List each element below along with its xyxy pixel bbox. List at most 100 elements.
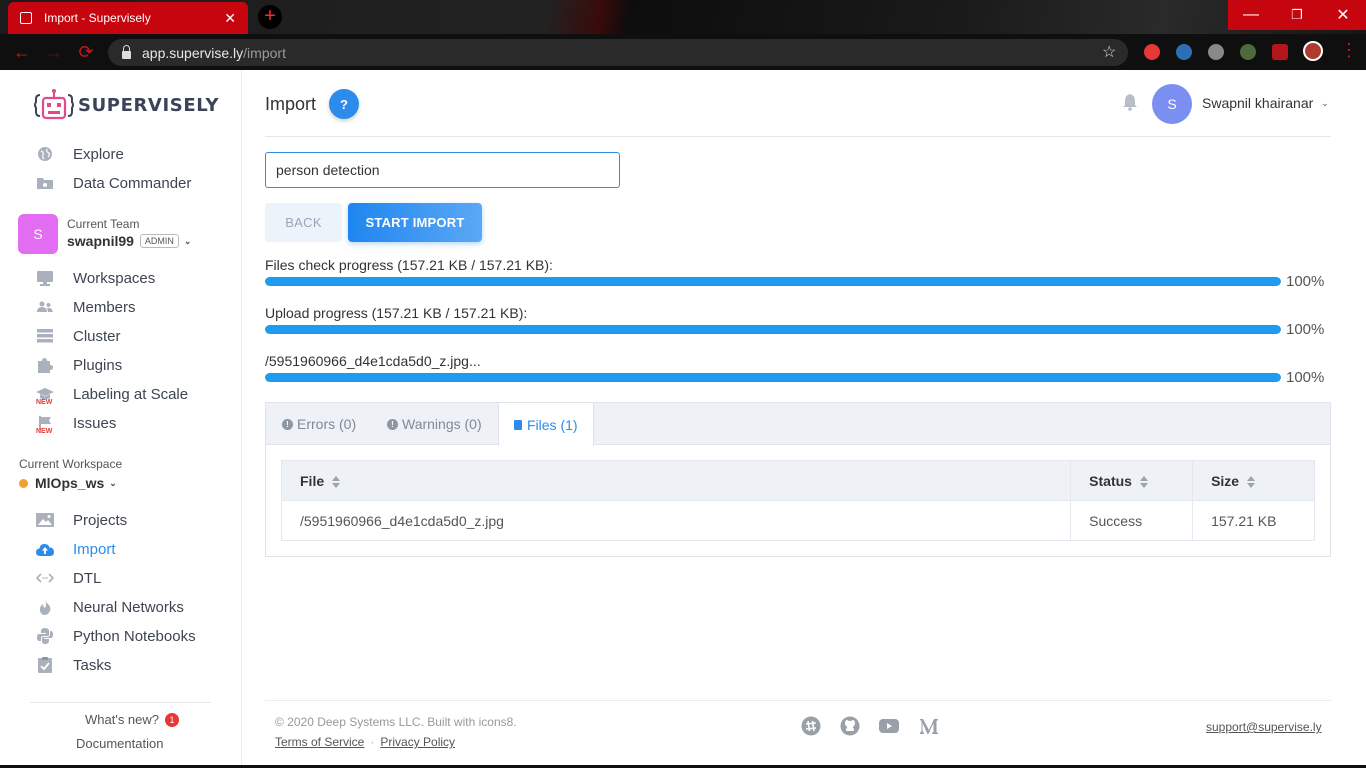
slack-icon[interactable] — [801, 716, 821, 736]
bookmark-star-icon[interactable]: ☆ — [1102, 42, 1116, 62]
sidebar-item-neural-networks[interactable]: Neural Networks — [36, 596, 184, 618]
start-import-button[interactable]: START IMPORT — [348, 203, 482, 242]
window-restore-button[interactable]: ❐ — [1274, 0, 1320, 30]
supervisely-logo[interactable]: SUPERVISELY — [34, 88, 219, 122]
team-avatar[interactable]: S — [18, 214, 58, 254]
sidebar-item-python-notebooks[interactable]: Python Notebooks — [36, 625, 196, 647]
table-header-row: File Status Size — [280, 460, 1315, 501]
warning-icon: ! — [387, 418, 398, 430]
user-name: Swapnil khairanar — [1202, 95, 1314, 111]
extension-puzzle-icon[interactable] — [1176, 44, 1192, 60]
documentation-link[interactable]: Documentation — [76, 736, 163, 751]
url-path: /import — [243, 44, 286, 61]
new-badge: NEW — [36, 428, 53, 435]
url-host: app.supervise.ly — [142, 44, 244, 61]
forward-arrow-icon[interactable]: → — [44, 42, 64, 63]
progress-fill — [265, 373, 1281, 382]
server-icon — [36, 328, 54, 344]
new-tab-button[interactable]: + — [258, 5, 282, 29]
column-label: Size — [1211, 472, 1240, 489]
sidebar-item-label: Explore — [73, 145, 124, 163]
extension-eyedropper-icon[interactable] — [1240, 44, 1256, 60]
sidebar-item-members[interactable]: Members — [36, 296, 136, 318]
globe-icon — [36, 146, 54, 162]
sidebar-item-plugins[interactable]: Plugins — [36, 354, 122, 376]
reload-icon[interactable]: ⟳ — [76, 42, 96, 63]
tab-errors[interactable]: ! Errors (0) — [282, 403, 356, 445]
files-table: File Status Size /5951960966_d4e1cda5d0_… — [280, 460, 1315, 541]
sidebar-item-data-commander[interactable]: Data Commander — [36, 172, 191, 194]
support-email-link[interactable]: support@supervise.ly — [1206, 720, 1322, 734]
status-cell: Success — [1070, 500, 1194, 541]
sidebar-item-labeling-at-scale[interactable]: NEW Labeling at Scale — [36, 383, 189, 406]
sidebar: SUPERVISELY Explore Data Commander S Cur… — [0, 70, 242, 768]
window-close-button[interactable]: ✕ — [1320, 0, 1366, 30]
sidebar-item-cluster[interactable]: Cluster — [36, 325, 121, 347]
tab-label: Warnings (0) — [402, 416, 482, 432]
chevron-down-icon: ⌄ — [1321, 97, 1329, 108]
user-avatar[interactable]: S — [1152, 84, 1192, 124]
sort-icon[interactable] — [1139, 475, 1149, 488]
lock-icon — [122, 44, 131, 59]
column-header-status[interactable]: Status — [1070, 460, 1194, 501]
notification-bell-icon[interactable] — [1121, 93, 1139, 111]
sidebar-item-tasks[interactable]: Tasks — [36, 654, 111, 676]
chevron-down-icon: ⌄ — [109, 477, 117, 488]
sidebar-item-label: Labeling at Scale — [73, 385, 189, 403]
team-selector[interactable]: swapnil99 ADMIN ⌄ — [67, 233, 191, 249]
help-button[interactable]: ? — [329, 89, 359, 119]
chevron-down-icon: ⌄ — [183, 235, 192, 246]
github-icon[interactable] — [840, 716, 860, 736]
tab-close-icon[interactable]: ✕ — [224, 10, 236, 27]
sidebar-item-workspaces[interactable]: Workspaces — [36, 267, 155, 289]
project-name-input[interactable] — [265, 152, 620, 188]
graduation-cap-icon: NEW — [36, 386, 54, 406]
footer-divider — [265, 700, 1331, 701]
upload-progress-label: Upload progress (157.21 KB / 157.21 KB): — [265, 305, 528, 321]
team-name: swapnil99 — [67, 233, 134, 249]
window-minimize-button[interactable]: — — [1228, 0, 1274, 30]
current-team-label: Current Team — [67, 217, 140, 231]
tab-warnings[interactable]: ! Warnings (0) — [387, 403, 482, 445]
sidebar-item-label: Python Notebooks — [73, 627, 196, 645]
extension-pieces-icon[interactable] — [1272, 44, 1288, 60]
user-menu[interactable]: Swapnil khairanar ⌄ — [1202, 95, 1329, 111]
flag-icon: NEW — [36, 415, 54, 435]
medium-icon[interactable] — [919, 716, 939, 736]
workspace-selector[interactable]: MlOps_ws ⌄ — [19, 475, 117, 491]
whats-new-label: What's new? — [85, 712, 160, 727]
file-progress-percent: 100% — [1286, 369, 1325, 386]
back-button[interactable]: BACK — [265, 203, 342, 242]
fire-icon — [36, 599, 54, 615]
youtube-icon[interactable] — [879, 716, 899, 736]
sort-icon[interactable] — [332, 475, 341, 488]
sidebar-item-projects[interactable]: Projects — [36, 509, 127, 531]
extension-adblock-icon[interactable] — [1144, 44, 1160, 60]
privacy-policy-link[interactable]: Privacy Policy — [380, 735, 455, 749]
sort-icon[interactable] — [1247, 475, 1256, 488]
tab-files[interactable]: Files (1) — [498, 403, 594, 446]
column-header-size[interactable]: Size — [1192, 460, 1315, 501]
role-badge: ADMIN — [139, 234, 179, 248]
whats-new-link[interactable]: What's new? 1 — [85, 712, 180, 727]
sidebar-item-label: Members — [73, 298, 136, 316]
sidebar-item-label: Cluster — [73, 327, 121, 345]
code-icon — [36, 570, 54, 586]
sidebar-item-issues[interactable]: NEW Issues — [36, 412, 116, 436]
sidebar-item-import[interactable]: Import — [36, 538, 116, 560]
column-header-file[interactable]: File — [280, 460, 1072, 501]
extension-download-icon[interactable] — [1208, 44, 1224, 60]
sidebar-item-dtl[interactable]: DTL — [36, 567, 101, 589]
browser-profile-avatar[interactable] — [1303, 41, 1323, 61]
back-arrow-icon[interactable]: ← — [12, 42, 32, 63]
browser-tab[interactable]: Import - Supervisely ✕ — [8, 2, 248, 34]
terms-of-service-link[interactable]: Terms of Service — [275, 735, 364, 749]
sidebar-item-explore[interactable]: Explore — [36, 143, 124, 165]
file-progress-label: /5951960966_d4e1cda5d0_z.jpg... — [265, 353, 481, 369]
workspace-status-dot — [19, 478, 28, 488]
python-icon — [36, 628, 54, 644]
upload-progress-bar — [265, 325, 1281, 334]
browser-menu-icon[interactable]: ⋮ — [1340, 40, 1358, 61]
address-bar[interactable]: app.supervise.ly/import — [108, 39, 1128, 66]
file-path-cell: /5951960966_d4e1cda5d0_z.jpg — [280, 500, 1072, 541]
